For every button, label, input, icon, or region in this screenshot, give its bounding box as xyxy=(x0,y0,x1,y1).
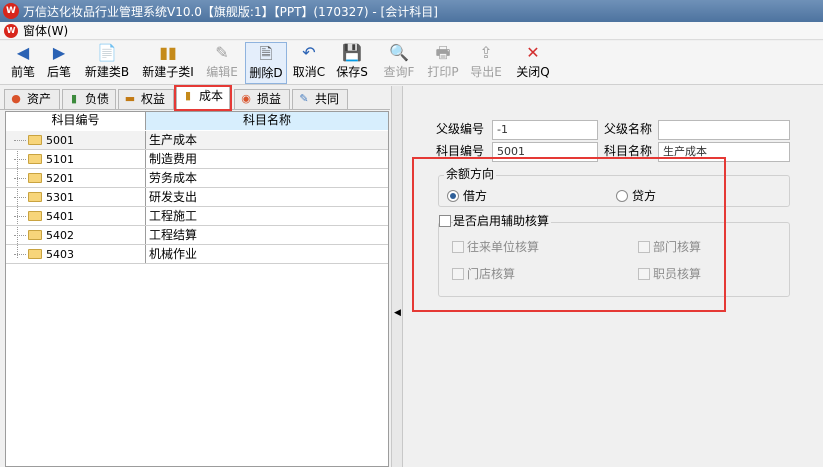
equity-icon: ▬ xyxy=(124,92,136,105)
folder-icon xyxy=(28,192,42,202)
delete-button[interactable]: 🗎 删除D xyxy=(245,42,287,84)
edit-button[interactable]: ✎ 编辑E xyxy=(205,42,239,84)
folder-icon xyxy=(28,154,42,164)
tab-assets[interactable]: ● 资产 xyxy=(4,89,60,109)
arrow-right-icon: ▶ xyxy=(52,43,66,62)
parent-name-label: 父级名称 xyxy=(604,122,653,136)
folder-icon xyxy=(28,173,42,183)
table-row[interactable]: 5402 工程结算 xyxy=(6,226,388,245)
table-row[interactable]: 5401 工程施工 xyxy=(6,207,388,226)
print-icon: 🖶 xyxy=(435,43,451,62)
parent-name-field[interactable] xyxy=(658,120,790,140)
search-doc-icon: 🔍 xyxy=(389,43,409,62)
save-icon: 💾 xyxy=(342,43,362,62)
table-row[interactable]: 5403 机械作业 xyxy=(6,245,388,264)
folder-icon xyxy=(28,249,42,259)
menu-window[interactable]: 窗体(W) xyxy=(21,22,70,39)
table-row[interactable]: 5201 劳务成本 xyxy=(6,169,388,188)
grid-header: 科目编号 科目名称 xyxy=(6,112,388,130)
undo-icon: ↶ xyxy=(302,43,316,62)
collapse-arrow-icon[interactable]: ◀ xyxy=(394,308,401,318)
next-record-button[interactable]: ▶ 后笔 xyxy=(44,42,74,84)
table-row[interactable]: 5101 制造费用 xyxy=(6,150,388,169)
table-row[interactable]: 5001 生产成本 xyxy=(6,131,388,150)
prev-record-button[interactable]: ◀ 前笔 xyxy=(8,42,38,84)
save-button[interactable]: 💾 保存S xyxy=(335,42,369,84)
print-button[interactable]: 🖶 打印P xyxy=(426,42,460,84)
common-icon: ✎ xyxy=(299,92,309,105)
account-grid: 科目编号 科目名称 5001 生产成本 5101 制造费用 5201 劳务成本 … xyxy=(5,111,389,467)
delete-doc-icon: 🗎 xyxy=(259,44,273,63)
close-button[interactable]: ✕ 关闭Q xyxy=(516,42,550,84)
toolbar: ◀ 前笔 ▶ 后笔 📄 新建类B ▮▮ 新建子类I ✎ 编辑E 🗎 删除D ↶ … xyxy=(0,41,823,85)
window-title: 万信达化妆品行业管理系统V10.0【旗舰版:1】【PPT】(170327) - … xyxy=(23,4,438,19)
query-button[interactable]: 🔍 查询F xyxy=(382,42,416,84)
asset-icon: ● xyxy=(11,92,21,105)
tab-profit-loss[interactable]: ◉ 损益 xyxy=(234,89,290,109)
panel-splitter[interactable]: ◀ xyxy=(391,86,403,467)
menu-bar: W 窗体(W) xyxy=(0,22,823,40)
highlight-box-panel xyxy=(412,157,726,312)
tab-equity[interactable]: ▬ 权益 xyxy=(118,89,174,109)
edit-icon: ✎ xyxy=(215,43,229,62)
bar-chart-icon: ▮▮ xyxy=(159,43,177,62)
folder-icon xyxy=(28,230,42,240)
tab-common[interactable]: ✎ 共同 xyxy=(292,89,348,109)
menu-logo-icon: W xyxy=(4,23,18,38)
table-row[interactable]: 5301 研发支出 xyxy=(6,188,388,207)
export-button[interactable]: ⇪ 导出E xyxy=(469,42,503,84)
column-header-name[interactable]: 科目名称 xyxy=(146,112,388,130)
export-icon: ⇪ xyxy=(479,43,493,62)
close-icon: ✕ xyxy=(526,43,540,62)
profit-loss-icon: ◉ xyxy=(241,92,251,105)
title-bar: W 万信达化妆品行业管理系统V10.0【旗舰版:1】【PPT】(170327) … xyxy=(0,0,823,22)
new-subcategory-button[interactable]: ▮▮ 新建子类I xyxy=(140,42,196,84)
parent-code-field[interactable]: -1 xyxy=(492,120,598,140)
new-doc-icon: 📄 xyxy=(97,43,117,62)
folder-icon xyxy=(28,211,42,221)
tab-liabilities[interactable]: ▮ 负债 xyxy=(62,89,116,109)
new-category-button[interactable]: 📄 新建类B xyxy=(84,42,130,84)
liability-icon: ▮ xyxy=(70,92,78,105)
arrow-left-icon: ◀ xyxy=(16,43,30,62)
highlight-box-tab xyxy=(174,85,232,111)
folder-icon xyxy=(28,135,42,145)
parent-code-label: 父级编号 xyxy=(436,122,485,136)
cancel-button[interactable]: ↶ 取消C xyxy=(292,42,326,84)
app-logo-icon: W xyxy=(3,3,19,19)
column-header-code[interactable]: 科目编号 xyxy=(6,112,146,130)
